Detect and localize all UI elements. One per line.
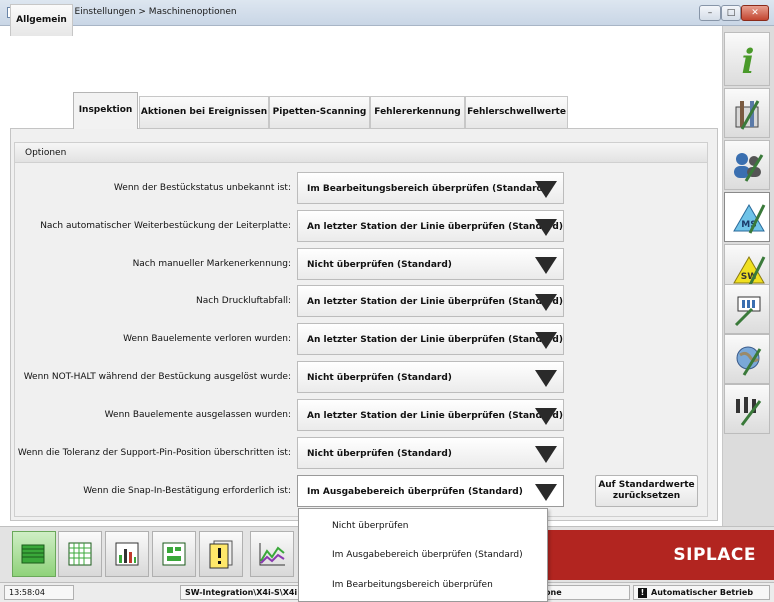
network-settings-icon xyxy=(736,346,762,376)
tab-aktionen-bei-ereignissen[interactable]: Aktionen bei Ereignissen xyxy=(139,96,269,128)
chevron-down-icon xyxy=(535,332,557,349)
user-settings-button[interactable] xyxy=(724,140,770,190)
dropdown-option-ausgabebereich[interactable]: Im Ausgabebereich überprüfen (Standard) xyxy=(332,550,523,560)
messages-button[interactable] xyxy=(199,531,243,577)
machine-options-icon: MS xyxy=(733,203,766,234)
chart-icon xyxy=(259,543,285,566)
status-mode-label: Automatischer Betrieb xyxy=(651,588,754,597)
option-label-bauelemente-ausgelassen: Wenn Bauelemente ausgelassen wurden: xyxy=(104,410,291,420)
messages-icon xyxy=(209,540,233,569)
title-bar: 10.0.277.0 Einstellungen > Maschinenopti… xyxy=(0,0,774,26)
dropdown-bauelemente-verloren[interactable]: An letzter Station der Linie überprüfen … xyxy=(297,323,564,355)
software-options-icon: SW xyxy=(733,255,766,286)
minimize-button[interactable]: – xyxy=(699,5,721,21)
dropdown-value: An letzter Station der Linie überprüfen … xyxy=(307,222,563,232)
station-settings-icon xyxy=(734,296,761,327)
dropdown-value: Im Ausgabebereich überprüfen (Standard) xyxy=(307,487,523,497)
setup-table-button[interactable] xyxy=(58,531,102,577)
option-label-druckluftabfall: Nach Druckluftabfall: xyxy=(196,296,291,306)
status-station-right: one xyxy=(540,585,630,600)
dropdown-value: An letzter Station der Linie überprüfen … xyxy=(307,297,563,307)
option-label-not-halt: Wenn NOT-HALT während der Bestückung aus… xyxy=(23,372,291,382)
dropdown-not-halt[interactable]: Nicht überprüfen (Standard) xyxy=(297,361,564,393)
brand-banner: SIPLACE xyxy=(548,530,774,580)
dropdown-value: Nicht überprüfen (Standard) xyxy=(307,373,452,383)
status-station: SW-Integration\X4i-S\X4i xyxy=(180,585,300,600)
chevron-down-icon xyxy=(535,181,557,198)
status-mode: ! Automatischer Betrieb xyxy=(633,585,770,600)
statistics-icon xyxy=(115,542,139,566)
user-settings-icon xyxy=(734,153,764,182)
brand-logo: SIPLACE xyxy=(673,545,756,565)
chart-button[interactable] xyxy=(250,531,294,577)
machine-settings-button[interactable] xyxy=(724,88,770,138)
tab-allgemein[interactable]: Allgemein xyxy=(10,4,73,36)
calibration-icon xyxy=(736,397,762,426)
option-label-markenerkennung: Nach manueller Markenerkennung: xyxy=(132,259,291,269)
dropdown-value: Im Bearbeitungsbereich überprüfen (Stand… xyxy=(307,184,548,194)
maximize-button[interactable]: □ xyxy=(721,5,741,21)
options-group-header: Optionen xyxy=(15,143,707,163)
option-label-weiterbestueckung: Nach automatischer Weiterbestückung der … xyxy=(40,221,291,231)
dropdown-markenerkennung[interactable]: Nicht überprüfen (Standard) xyxy=(297,248,564,280)
machine-settings-icon xyxy=(735,100,760,130)
chevron-down-icon xyxy=(535,408,557,425)
station-settings-button[interactable] xyxy=(724,284,770,334)
chevron-down-icon xyxy=(535,219,557,236)
tab-fehlerschwellwerte[interactable]: Fehlerschwellwerte xyxy=(465,96,568,128)
machine-options-button[interactable]: MS xyxy=(724,192,770,242)
chevron-down-icon xyxy=(535,294,557,311)
dropdown-bauelemente-ausgelassen[interactable]: An letzter Station der Linie überprüfen … xyxy=(297,399,564,431)
close-button[interactable]: ✕ xyxy=(741,5,769,21)
svg-text:i: i xyxy=(742,42,755,79)
status-time: 13:58:04 xyxy=(4,585,74,600)
production-button[interactable] xyxy=(12,531,56,577)
chevron-down-icon xyxy=(535,370,557,387)
board-layout-icon xyxy=(162,542,186,566)
statistics-button[interactable] xyxy=(105,531,149,577)
dropdown-druckluftabfall[interactable]: An letzter Station der Linie überprüfen … xyxy=(297,285,564,317)
option-label-support-pin: Wenn die Toleranz der Support-Pin-Positi… xyxy=(17,448,291,458)
reset-defaults-button[interactable]: Auf Standardwerte zurücksetzen xyxy=(595,475,698,507)
dropdown-weiterbestueckung[interactable]: An letzter Station der Linie überprüfen … xyxy=(297,210,564,242)
reset-defaults-label: Auf Standardwerte zurücksetzen xyxy=(598,480,695,501)
production-icon xyxy=(21,544,45,564)
dropdown-snap-in[interactable]: Im Ausgabebereich überprüfen (Standard) xyxy=(297,475,564,507)
dropdown-list: Nicht überprüfen Im Ausgabebereich überp… xyxy=(298,508,548,602)
dropdown-support-pin[interactable]: Nicht überprüfen (Standard) xyxy=(297,437,564,469)
header-area xyxy=(6,26,722,90)
option-label-snap-in: Wenn die Snap-In-Bestätigung erforderlic… xyxy=(83,486,291,496)
tab-pipetten-scanning[interactable]: Pipetten-Scanning xyxy=(269,96,370,128)
dropdown-value: An letzter Station der Linie überprüfen … xyxy=(307,335,563,345)
options-header-label: Optionen xyxy=(25,148,67,158)
option-label-bauelemente-verloren: Wenn Bauelemente verloren wurden: xyxy=(123,334,291,344)
tab-inspektion[interactable]: Inspektion xyxy=(73,92,138,129)
chevron-down-icon xyxy=(535,446,557,463)
dropdown-bestueckstatus[interactable]: Im Bearbeitungsbereich überprüfen (Stand… xyxy=(297,172,564,204)
chevron-down-icon xyxy=(535,257,557,274)
tab-fehlererkennung[interactable]: Fehlererkennung xyxy=(370,96,465,128)
board-layout-button[interactable] xyxy=(152,531,196,577)
option-label-bestueckstatus: Wenn der Bestückstatus unbekannt ist: xyxy=(113,183,291,193)
info-button[interactable]: i xyxy=(724,32,770,86)
warning-icon: ! xyxy=(638,587,647,598)
setup-table-icon xyxy=(68,542,92,566)
dropdown-value: An letzter Station der Linie überprüfen … xyxy=(307,411,563,421)
dropdown-value: Nicht überprüfen (Standard) xyxy=(307,260,452,270)
calibration-button[interactable] xyxy=(724,384,770,434)
dropdown-value: Nicht überprüfen (Standard) xyxy=(307,449,452,459)
info-icon: i xyxy=(742,42,755,79)
dropdown-option-bearbeitungsbereich[interactable]: Im Bearbeitungsbereich überprüfen xyxy=(332,580,493,590)
chevron-down-icon xyxy=(535,484,557,501)
dropdown-option-nicht-ueberpruefen[interactable]: Nicht überprüfen xyxy=(332,521,408,531)
network-settings-button[interactable] xyxy=(724,334,770,384)
